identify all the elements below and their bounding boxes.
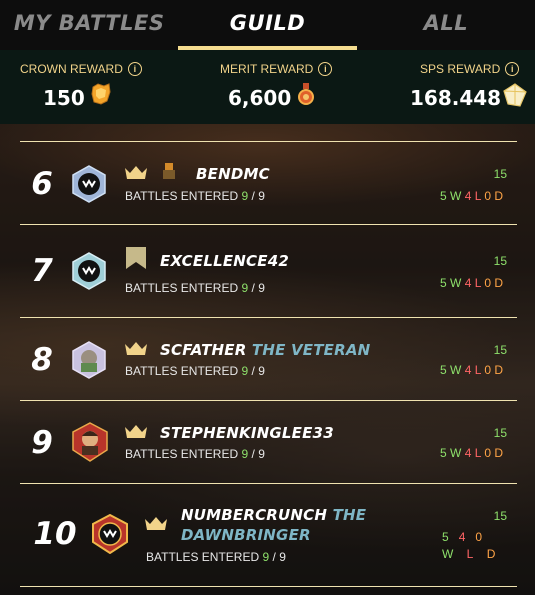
- leaderboard-row[interactable]: 10 NUMBERCRUNCH THE DAWNBRINGER BATTLES …: [20, 483, 517, 587]
- avatar: [72, 422, 108, 462]
- avatar: [72, 341, 106, 379]
- info-icon[interactable]: i: [318, 62, 333, 76]
- win-loss-draw: 5 W 4 L 0 D: [440, 363, 504, 377]
- score: 15: [493, 509, 507, 523]
- leaderboard-row[interactable]: 6 BENDMC BATTLES ENTERED 9 / 9 15 5 W 4 …: [20, 141, 517, 225]
- player-name[interactable]: STEPHENKINGLEE33: [160, 424, 334, 442]
- tab-bar: MY BATTLES GUILD ALL: [0, 0, 535, 50]
- battles-label: BATTLES ENTERED: [146, 550, 260, 564]
- tab-my-battles[interactable]: MY BATTLES: [0, 0, 178, 50]
- battles-label: BATTLES ENTERED: [125, 364, 239, 378]
- banner-icon: [126, 247, 146, 269]
- rank-number: 7: [31, 253, 53, 289]
- sps-reward-value: 168.448: [410, 86, 502, 110]
- avatar: [72, 165, 106, 203]
- win-loss-draw: 5 W 4 L 0 D: [440, 276, 504, 290]
- player-name[interactable]: EXCELLENCE42: [160, 252, 289, 270]
- info-icon[interactable]: i: [127, 62, 142, 76]
- leaderboard-row[interactable]: 7 EXCELLENCE42 BATTLES ENTERED 9 / 9 15 …: [20, 224, 517, 318]
- crown-icon: [125, 166, 147, 179]
- avatar: [72, 252, 106, 290]
- battles-total: 9: [258, 281, 265, 295]
- crown-reward-label: CROWN REWARD: [20, 62, 123, 76]
- battles-label: BATTLES ENTERED: [125, 189, 239, 203]
- tab-all[interactable]: ALL: [357, 0, 535, 50]
- crown-icon: [145, 517, 167, 530]
- crown-token-icon: [91, 83, 111, 105]
- rank-number: 6: [31, 166, 53, 202]
- battles-total: 9: [258, 447, 265, 461]
- battles-entered: 9: [241, 189, 249, 203]
- player-title: THE: [332, 506, 367, 524]
- rewards-bar: CROWN REWARD i 150 MERIT REWARD i 6,600 SP…: [0, 50, 535, 124]
- info-icon[interactable]: i: [505, 62, 520, 76]
- win-loss-draw: 5 W 4 L 0 D: [440, 446, 504, 460]
- leaderboard-row[interactable]: 8 SCFATHER THE VETERAN BATTLES ENTERED 9…: [20, 317, 517, 401]
- leaderboard-row[interactable]: 9 STEPHENKINGLEE33 BATTLES ENTERED 9 / 9…: [20, 400, 517, 484]
- merit-reward-value: 6,600: [228, 86, 292, 110]
- gladiator-icon: [163, 163, 175, 179]
- battles-label: BATTLES ENTERED: [125, 281, 239, 295]
- player-name[interactable]: BENDMC: [196, 165, 270, 183]
- win-loss-draw-labels: W L D: [442, 547, 496, 561]
- win-loss-draw: 5 W 4 L 0 D: [440, 189, 504, 203]
- crown-icon: [125, 342, 147, 355]
- score: 15: [493, 426, 507, 440]
- battles-label: BATTLES ENTERED: [125, 447, 239, 461]
- crown-reward-value: 150: [43, 86, 85, 110]
- rank-number: 8: [31, 342, 53, 378]
- crown-icon: [125, 425, 147, 438]
- player-name[interactable]: SCFATHER: [160, 341, 246, 359]
- sps-reward-label: SPS REWARD: [420, 62, 501, 76]
- player-title: THE VETERAN: [251, 341, 371, 359]
- battles-entered: 9: [241, 281, 249, 295]
- tab-guild[interactable]: GUILD: [178, 0, 357, 50]
- battles-total: 9: [258, 189, 265, 203]
- battles-total: 9: [279, 550, 286, 564]
- battles-entered: 9: [241, 447, 249, 461]
- avatar: [92, 514, 128, 554]
- merit-reward-label: MERIT REWARD: [220, 62, 314, 76]
- merit-medal-icon: [298, 83, 314, 105]
- sps-crystal-icon: [503, 83, 527, 107]
- rank-number: 9: [31, 425, 53, 461]
- score: 15: [493, 167, 507, 181]
- win-counts: 5 4 0: [442, 530, 483, 544]
- battles-entered: 9: [241, 364, 249, 378]
- rank-number: 10: [33, 516, 77, 552]
- player-name[interactable]: NUMBERCRUNCH: [181, 506, 327, 524]
- player-title-line2: DAWNBRINGER: [181, 526, 311, 544]
- score: 15: [493, 254, 507, 268]
- score: 15: [493, 343, 507, 357]
- battles-total: 9: [258, 364, 265, 378]
- battles-entered: 9: [262, 550, 270, 564]
